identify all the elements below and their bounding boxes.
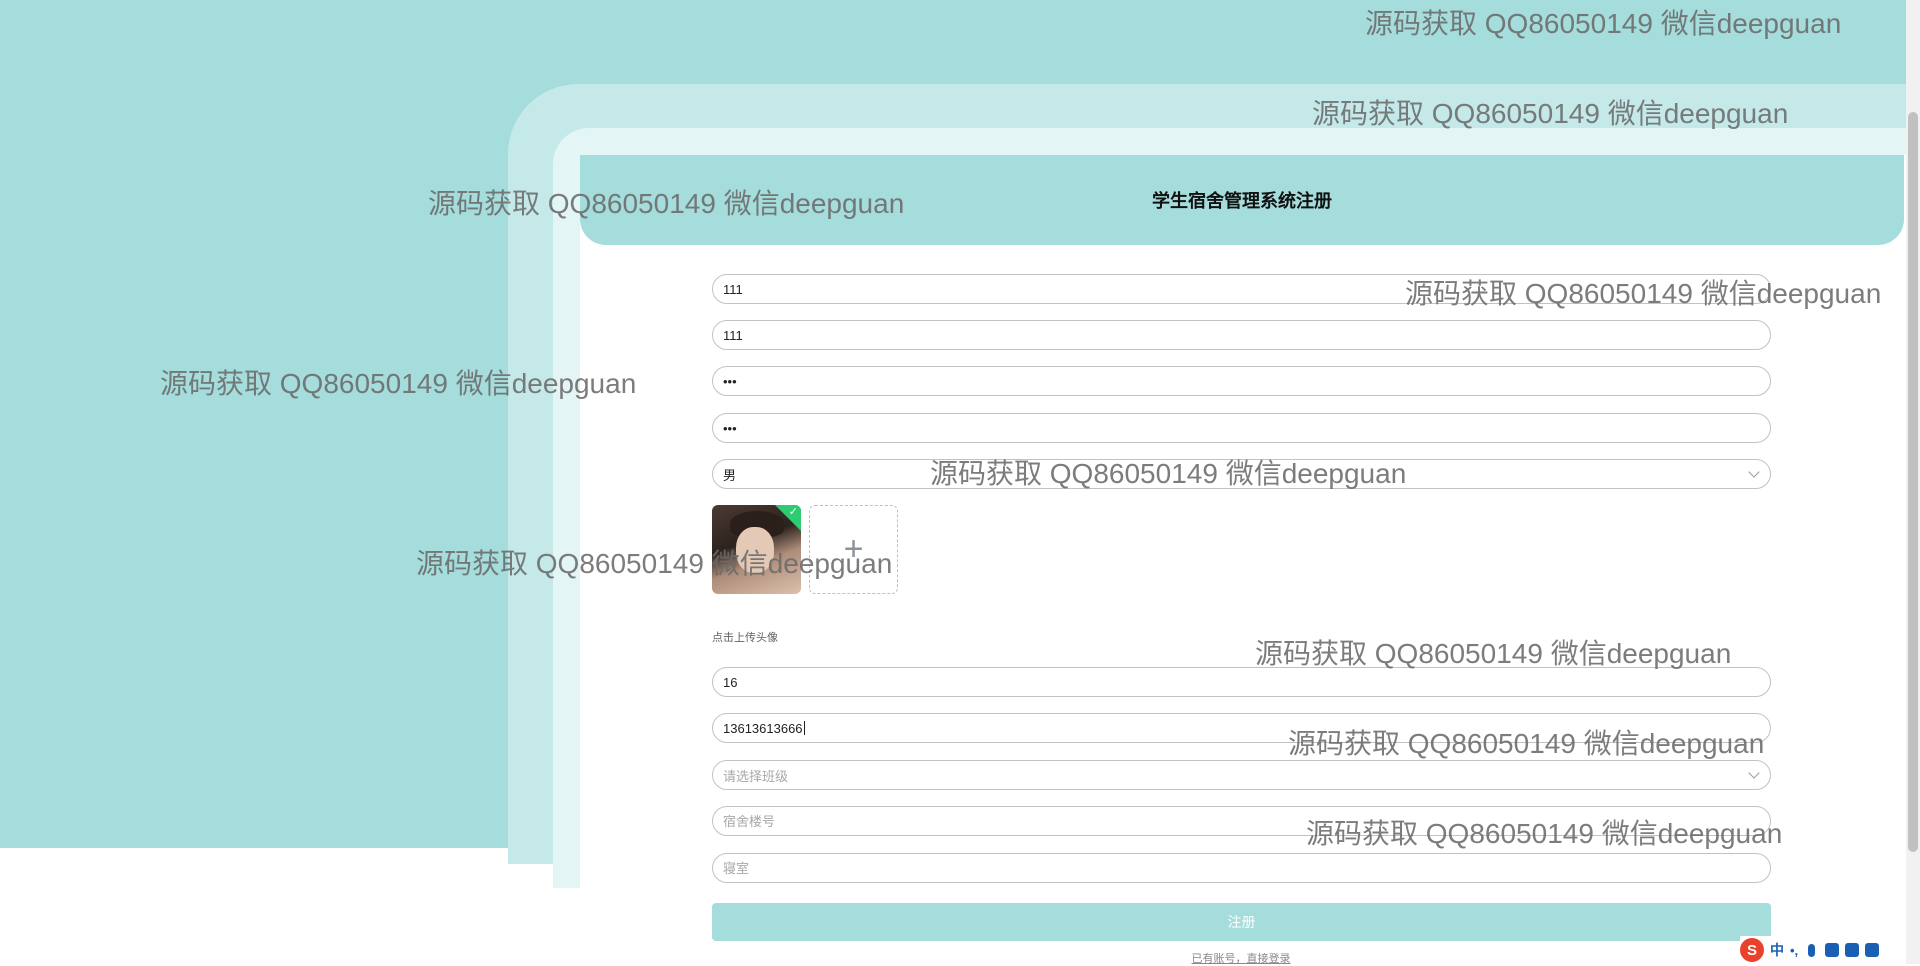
scrollbar-thumb[interactable]	[1908, 112, 1918, 852]
account-input[interactable]	[712, 274, 1771, 304]
punctuation-mode-icon[interactable]: •,	[1790, 943, 1798, 958]
toolbox-grid-icon[interactable]	[1865, 943, 1880, 957]
avatar-upload-tip: 点击上传头像	[712, 632, 778, 644]
skin-shirt-icon[interactable]	[1845, 943, 1860, 957]
dorm-building-input[interactable]	[712, 806, 1771, 836]
class-select[interactable]: 请选择班级	[712, 760, 1771, 790]
gender-select[interactable]: 男	[712, 459, 1771, 489]
register-card-header: 学生宿舍管理系统注册	[580, 155, 1904, 245]
name-input[interactable]	[712, 320, 1771, 350]
class-select-placeholder: 请选择班级	[723, 768, 789, 784]
gender-selected-value: 男	[723, 467, 737, 483]
sogou-logo-icon[interactable]: S	[1740, 938, 1764, 962]
room-input[interactable]	[712, 853, 1771, 883]
ime-language-indicator[interactable]: 中	[1770, 940, 1784, 960]
chevron-down-icon	[1748, 767, 1760, 779]
phone-input[interactable]: 13613613666	[712, 713, 1771, 743]
keyboard-icon[interactable]	[1825, 943, 1840, 957]
age-input[interactable]	[712, 667, 1771, 697]
text-cursor	[803, 721, 805, 735]
register-button[interactable]: 注册	[712, 903, 1771, 941]
plus-icon: +	[843, 530, 864, 568]
check-icon: ✓	[788, 506, 798, 518]
avatar-preview[interactable]: ✓	[712, 505, 801, 594]
avatar-upload-button[interactable]: +	[809, 505, 898, 594]
phone-value: 13613613666	[723, 720, 803, 736]
ime-toolbar: S 中 •,	[1740, 936, 1906, 964]
password-input[interactable]	[712, 366, 1771, 396]
microphone-icon[interactable]	[1808, 943, 1816, 957]
page-title: 学生宿舍管理系统注册	[1152, 191, 1332, 211]
chevron-down-icon	[1748, 466, 1760, 478]
confirm-password-input[interactable]	[712, 413, 1771, 443]
